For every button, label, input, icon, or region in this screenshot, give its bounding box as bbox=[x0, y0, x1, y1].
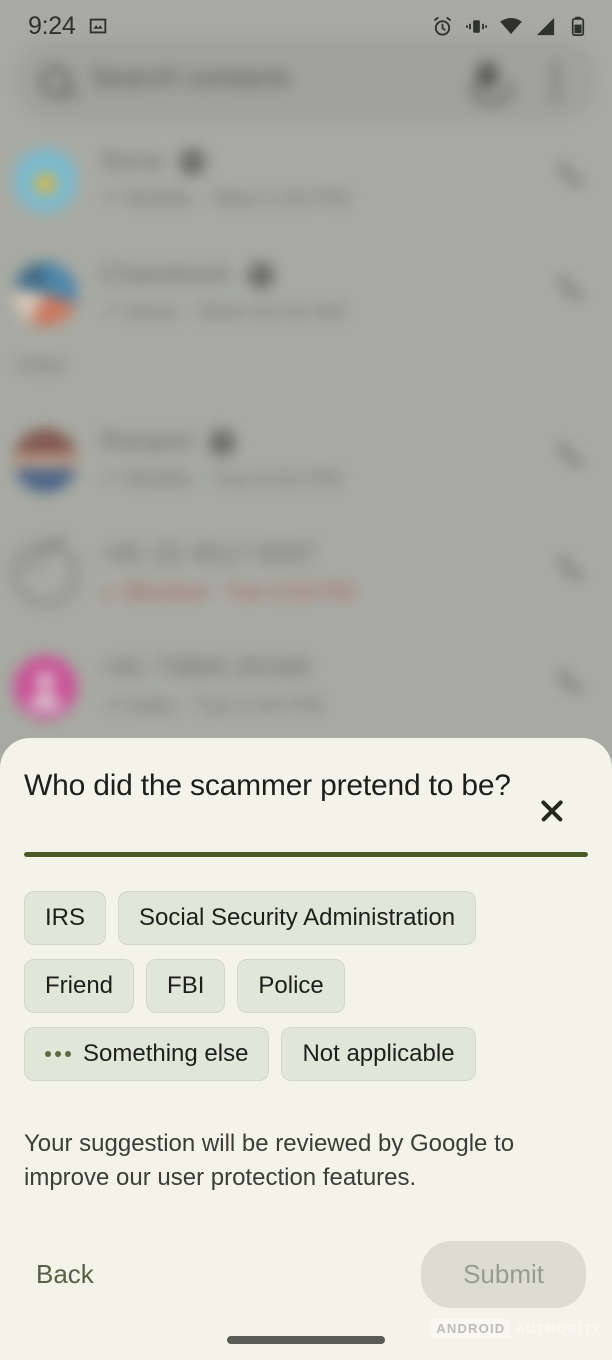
disclaimer-text: Your suggestion will be reviewed by Goog… bbox=[24, 1130, 515, 1192]
option-chip-label: IRS bbox=[45, 904, 86, 931]
status-bar-clock: 9:24 bbox=[28, 11, 76, 40]
close-icon[interactable] bbox=[524, 782, 580, 838]
submit-button[interactable]: Submit bbox=[421, 1241, 586, 1309]
option-chip-label: FBI bbox=[167, 972, 205, 999]
option-chip-label: Police bbox=[258, 972, 324, 999]
option-chip-label: Something else bbox=[83, 1040, 249, 1067]
option-chip-group: IRS Social Security Administration Frien… bbox=[0, 857, 580, 1081]
status-bar: 9:24 bbox=[0, 0, 612, 52]
option-chip-not-applicable[interactable]: Not applicable bbox=[281, 1027, 476, 1081]
option-chip-police[interactable]: Police bbox=[237, 959, 345, 1013]
option-chip-friend[interactable]: Friend bbox=[24, 959, 135, 1013]
option-chip-label: Social Security Administration bbox=[139, 904, 456, 931]
option-chip-social-security-administration[interactable]: Social Security Administration bbox=[118, 891, 477, 945]
scam-report-bottom-sheet: Who did the scammer pretend to be? IRS S… bbox=[0, 738, 612, 1360]
wifi-icon bbox=[500, 18, 522, 34]
alarm-icon bbox=[434, 16, 451, 36]
more-dots-icon bbox=[45, 1051, 71, 1057]
option-chip-irs[interactable]: IRS bbox=[24, 891, 107, 945]
option-chip-something-else[interactable]: Something else bbox=[24, 1027, 270, 1081]
battery-icon bbox=[571, 16, 585, 36]
sheet-actions: Back Submit bbox=[0, 1195, 612, 1309]
option-chip-fbi[interactable]: FBI bbox=[146, 959, 226, 1013]
home-indicator[interactable] bbox=[227, 1336, 385, 1344]
page-title: Who did the scammer pretend to be? bbox=[24, 769, 511, 802]
phone-screen: Search contacts Sona ⬤ ↗ Mobile · Wed 1:… bbox=[0, 0, 612, 1360]
vibrate-icon bbox=[465, 19, 488, 33]
screenshot-icon bbox=[90, 18, 107, 34]
sheet-header: Who did the scammer pretend to be? bbox=[0, 738, 612, 838]
back-button[interactable]: Back bbox=[14, 1247, 116, 1302]
cell-signal-icon bbox=[536, 17, 555, 35]
option-chip-label: Friend bbox=[45, 972, 114, 999]
option-chip-label: Not applicable bbox=[302, 1040, 455, 1067]
